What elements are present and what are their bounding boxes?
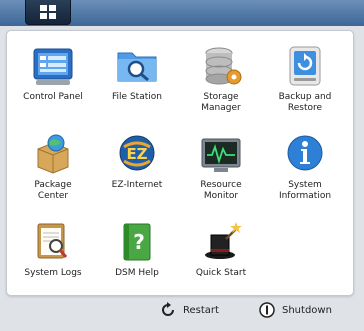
app-control-panel[interactable]: Control Panel <box>11 39 95 129</box>
app-resource-monitor[interactable]: Resource Monitor <box>179 127 263 217</box>
bottom-action-bar: Restart Shutdown <box>0 296 364 331</box>
restart-label: Restart <box>183 304 219 316</box>
resource-monitor-icon <box>201 138 241 172</box>
app-label: Resource Monitor <box>200 180 242 201</box>
main-menu-panel: Control Panel File Station Storage Manag… <box>6 30 354 296</box>
backup-drive-icon <box>289 46 321 86</box>
app-label: File Station <box>112 92 162 102</box>
top-taskbar <box>0 0 364 26</box>
grid-menu-icon <box>40 5 56 19</box>
app-system-information[interactable]: System Information <box>263 127 347 217</box>
app-storage-manager[interactable]: Storage Manager <box>179 39 263 129</box>
app-label: Backup and Restore <box>278 92 332 113</box>
power-icon <box>259 302 275 318</box>
app-package-center[interactable]: Package Center <box>11 127 95 217</box>
shutdown-label: Shutdown <box>282 304 332 316</box>
app-dsm-help[interactable]: ? DSM Help <box>95 215 179 305</box>
info-icon <box>287 135 323 171</box>
app-label: System Information <box>278 180 332 201</box>
svg-text:?: ? <box>133 230 145 254</box>
app-label: Control Panel <box>23 92 83 102</box>
main-menu-button[interactable] <box>25 0 71 25</box>
ez-internet-icon: EZ <box>119 135 155 171</box>
restart-icon <box>162 302 174 316</box>
app-label: DSM Help <box>115 268 159 278</box>
app-ez-internet[interactable]: EZ EZ-Internet <box>95 127 179 217</box>
app-label: Quick Start <box>195 268 247 278</box>
restart-button[interactable]: Restart <box>160 300 219 320</box>
magic-hat-icon <box>205 222 242 259</box>
storage-disk-icon <box>205 47 242 85</box>
help-book-icon: ? <box>123 223 151 261</box>
app-label: EZ-Internet <box>111 180 163 190</box>
control-panel-icon <box>33 48 73 85</box>
app-quick-start[interactable]: Quick Start <box>179 215 263 305</box>
package-box-icon <box>37 134 69 174</box>
app-label: Package Center <box>34 180 72 201</box>
folder-search-icon <box>117 52 157 82</box>
shutdown-button[interactable]: Shutdown <box>259 300 332 320</box>
svg-text:EZ: EZ <box>126 145 147 163</box>
logs-magnifier-icon <box>37 223 68 259</box>
app-label: System Logs <box>24 268 82 278</box>
app-backup-restore[interactable]: Backup and Restore <box>263 39 347 129</box>
app-system-logs[interactable]: System Logs <box>11 215 95 305</box>
app-label: Storage Manager <box>201 92 241 113</box>
app-file-station[interactable]: File Station <box>95 39 179 129</box>
